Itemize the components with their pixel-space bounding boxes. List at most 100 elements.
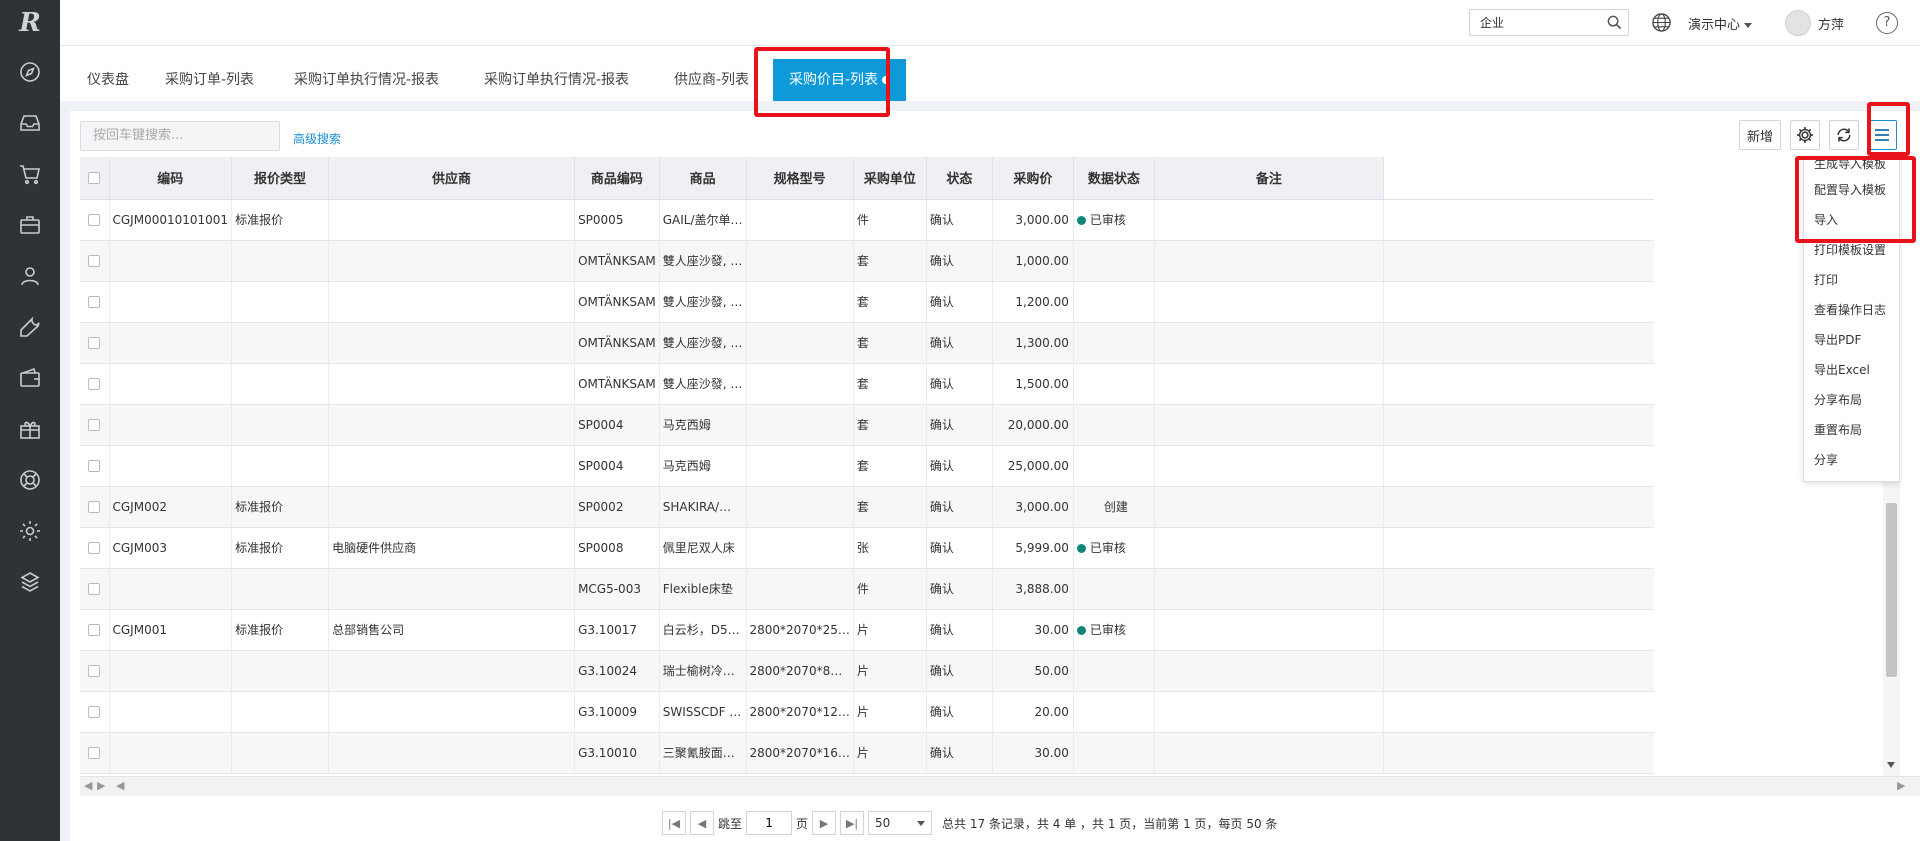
inbox-icon[interactable]	[0, 97, 60, 148]
menu-item-print[interactable]: 打印	[1804, 265, 1899, 295]
enterprise-search-input[interactable]	[1470, 10, 1600, 35]
user-icon[interactable]	[0, 250, 60, 301]
menu-item-share-layout[interactable]: 分享布局	[1804, 385, 1899, 415]
modules-icon[interactable]	[0, 556, 60, 607]
gift-icon[interactable]	[0, 403, 60, 454]
last-page-button[interactable]: ▶|	[840, 811, 865, 835]
column-header[interactable]: 报价类型	[231, 157, 330, 200]
refresh-button[interactable]	[1829, 120, 1859, 150]
table-row[interactable]: SP0004 马克西姆 套确认 25,000.00	[80, 445, 1655, 487]
menu-item-export-excel[interactable]: 导出Excel	[1804, 355, 1899, 385]
table-row[interactable]: CGJM002 标准报价 SP0002 SHAKIRA/… 套确认 3,000.00 创建	[80, 486, 1655, 528]
scroll-right-icon[interactable]: ▶	[97, 779, 105, 792]
tab-po-execution-report-2[interactable]: 采购订单执行情况-报表	[484, 69, 629, 89]
scroll-left-arrow-icon[interactable]: ◀	[116, 779, 124, 792]
column-header[interactable]: 商品	[659, 157, 747, 200]
column-header[interactable]: 编码	[109, 157, 233, 200]
cart-icon[interactable]	[0, 148, 60, 199]
column-header[interactable]: 供应商	[328, 157, 576, 200]
cell-supplier: 总部销售公司	[328, 609, 576, 651]
row-checkbox[interactable]	[80, 732, 110, 774]
table-row[interactable]: CGJM003 标准报价 电脑硬件供应商 SP0008 佩里尼双人床 张确认 5,999.0…	[80, 527, 1655, 569]
column-header[interactable]: 备注	[1154, 157, 1384, 200]
menu-item-share[interactable]: 分享	[1804, 445, 1899, 475]
table-row[interactable]: G3.10009 SWISSCDF … 2800*2070*12… 片确认 20.00	[80, 691, 1655, 733]
table-row[interactable]: CGJM001 标准报价 总部销售公司 G3.10017 白云杉，D5… 2800*207…	[80, 609, 1655, 651]
page-size-select[interactable]: 50	[868, 811, 933, 835]
tab-suppliers[interactable]: 供应商-列表	[674, 69, 749, 89]
menu-item-import[interactable]: 导入	[1804, 205, 1899, 235]
scrollbar-thumb[interactable]	[1886, 503, 1897, 677]
table-row[interactable]: OMTÄNKSAM 雙人座沙發, … 套确认 1,200.00	[80, 281, 1655, 323]
globe-icon[interactable]	[1651, 12, 1672, 36]
username[interactable]: 方萍	[1818, 14, 1844, 33]
tab-dashboard[interactable]: 仪表盘	[87, 69, 129, 89]
table-row[interactable]: OMTÄNKSAM 雙人座沙發, … 套确认 1,000.00	[80, 240, 1655, 282]
table-row[interactable]: MCG5-003 Flexible床垫 件确认 3,888.00	[80, 568, 1655, 610]
briefcase-icon[interactable]	[0, 199, 60, 250]
table-row[interactable]: SP0004 马克西姆 套确认 20,000.00	[80, 404, 1655, 446]
tab-purchase-price-list[interactable]: 采购价目-列表	[773, 59, 907, 101]
app-logo[interactable]: R	[0, 0, 60, 46]
row-checkbox[interactable]	[80, 527, 110, 569]
horizontal-scrollbar[interactable]: ◀ ▶ ◀ ▶	[80, 776, 1920, 796]
tab-purchase-orders[interactable]: 采购订单-列表	[165, 69, 254, 89]
compass-icon[interactable]	[0, 46, 60, 97]
row-checkbox[interactable]	[80, 240, 110, 282]
table-row[interactable]: G3.10024 瑞士榆树冷… 2800*2070*8… 片确认 50.00	[80, 650, 1655, 692]
row-checkbox[interactable]	[80, 568, 110, 610]
prev-page-button[interactable]: ◀	[690, 811, 714, 835]
first-page-button[interactable]: |◀	[662, 811, 686, 835]
lifebuoy-icon[interactable]	[0, 454, 60, 505]
tab-po-execution-report-1[interactable]: 采购订单执行情况-报表	[294, 69, 439, 89]
scroll-down-icon[interactable]	[1887, 762, 1895, 768]
row-checkbox[interactable]	[80, 363, 110, 405]
column-settings-button[interactable]	[1790, 120, 1820, 150]
menu-item-view-operation-log[interactable]: 查看操作日志	[1804, 295, 1899, 325]
menu-item-generate-import-template[interactable]: 生成导入模板	[1804, 157, 1899, 175]
cell-product: 瑞士榆树冷…	[659, 650, 747, 692]
search-icon[interactable]	[1607, 15, 1622, 33]
row-checkbox[interactable]	[80, 650, 110, 692]
table-row[interactable]: G3.10010 三聚氰胺面… 2800*2070*16… 片确认 30.00	[80, 732, 1655, 774]
row-checkbox[interactable]	[80, 609, 110, 651]
center-switcher[interactable]: 演示中心	[1688, 14, 1753, 33]
select-all-checkbox[interactable]	[80, 157, 110, 200]
row-checkbox[interactable]	[80, 486, 110, 528]
table-row[interactable]: OMTÄNKSAM 雙人座沙發, … 套确认 1,500.00	[80, 363, 1655, 405]
row-checkbox[interactable]	[80, 404, 110, 446]
menu-item-configure-import-template[interactable]: 配置导入模板	[1804, 175, 1899, 205]
next-page-button[interactable]: ▶	[812, 811, 837, 835]
column-header[interactable]: 状态	[926, 157, 993, 200]
cell-product-code: G3.10017	[574, 609, 660, 651]
cell-status: 确认	[926, 240, 993, 282]
table-row[interactable]: OMTÄNKSAM 雙人座沙發, … 套确认 1,300.00	[80, 322, 1655, 364]
row-checkbox[interactable]	[80, 281, 110, 323]
column-header[interactable]: 商品编码	[574, 157, 660, 200]
settings-icon[interactable]	[0, 505, 60, 556]
row-checkbox[interactable]	[80, 199, 110, 241]
row-checkbox[interactable]	[80, 322, 110, 364]
advanced-search-link[interactable]: 高级搜索	[293, 130, 341, 147]
wrench-icon[interactable]	[0, 301, 60, 352]
column-header[interactable]: 采购价	[992, 157, 1074, 200]
column-header[interactable]: 采购单位	[853, 157, 927, 200]
page-input[interactable]	[746, 811, 793, 835]
menu-item-print-template-settings[interactable]: 打印模板设置	[1804, 235, 1899, 265]
close-icon[interactable]	[882, 76, 891, 84]
table-row[interactable]: CGJM00010101001 标准报价 SP0005 GAIL/盖尔单… 件确认 3,0…	[80, 199, 1655, 241]
column-header[interactable]: 数据状态	[1073, 157, 1155, 200]
menu-item-reset-layout[interactable]: 重置布局	[1804, 415, 1899, 445]
keyword-search-input[interactable]: 按回车键搜索...	[80, 121, 280, 151]
scroll-left-icon[interactable]: ◀	[84, 779, 92, 792]
scroll-right-arrow-icon[interactable]: ▶	[1897, 779, 1905, 792]
menu-item-export-pdf[interactable]: 导出PDF	[1804, 325, 1899, 355]
column-header[interactable]: 规格型号	[746, 157, 854, 200]
row-checkbox[interactable]	[80, 691, 110, 733]
new-button[interactable]: 新增	[1739, 120, 1781, 150]
row-checkbox[interactable]	[80, 445, 110, 487]
help-icon[interactable]: ?	[1876, 12, 1898, 34]
wallet-icon[interactable]	[0, 352, 60, 403]
avatar[interactable]	[1785, 10, 1811, 36]
more-menu-button[interactable]	[1867, 120, 1897, 150]
